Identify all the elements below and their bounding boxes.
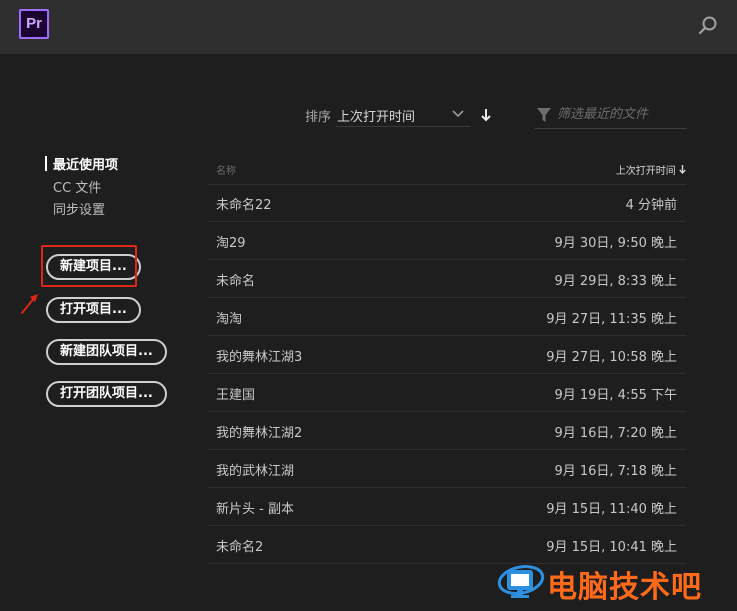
search-button[interactable] [696, 14, 720, 38]
new-team-project-button[interactable]: 新建团队项目... [46, 339, 167, 365]
file-name: 我的舞林江湖2 [216, 426, 303, 441]
file-date: 9月 30日, 9:50 晚上 [554, 236, 677, 251]
table-row[interactable]: 我的武林江湖 9月 16日, 7:18 晚上 [207, 450, 686, 488]
file-date: 9月 16日, 7:18 晚上 [554, 464, 677, 479]
open-project-button[interactable]: 打开项目... [46, 297, 141, 323]
file-date: 9月 27日, 10:58 晚上 [546, 350, 677, 365]
table-row[interactable]: 未命名 9月 29日, 8:33 晚上 [207, 260, 686, 298]
table-row[interactable]: 我的舞林江湖3 9月 27日, 10:58 晚上 [207, 336, 686, 374]
sort-arrow-icon [679, 165, 686, 175]
file-name: 我的武林江湖 [216, 464, 295, 479]
file-date: 9月 15日, 11:40 晚上 [546, 502, 677, 517]
annotation-highlight-box [41, 245, 137, 287]
file-name: 未命名 [216, 274, 256, 289]
table-row[interactable]: 我的舞林江湖2 9月 16日, 7:20 晚上 [207, 412, 686, 450]
premiere-logo: Pr [19, 9, 49, 39]
table-header: 名称 上次打开时间 [207, 155, 686, 185]
search-icon [698, 16, 717, 35]
sidebar-item-recent[interactable]: 最近使用项 [53, 154, 118, 173]
file-name: 我的舞林江湖3 [216, 350, 303, 365]
table-row[interactable]: 未命名22 4 分钟前 [207, 184, 686, 222]
watermark-text: 电脑技术吧 [547, 570, 702, 605]
column-header-name[interactable]: 名称 [216, 162, 236, 177]
open-team-project-button[interactable]: 打开团队项目... [46, 381, 167, 407]
file-date: 4 分钟前 [625, 198, 677, 213]
watermark-logo-icon [497, 564, 545, 598]
file-date: 9月 15日, 10:41 晚上 [546, 540, 677, 555]
file-name: 王建国 [216, 388, 256, 403]
sort-dropdown[interactable]: 上次打开时间 [336, 102, 470, 127]
chevron-down-icon [452, 110, 464, 118]
file-name: 淘淘 [216, 312, 243, 327]
file-date: 9月 29日, 8:33 晚上 [554, 274, 677, 289]
table-row[interactable]: 淘淘 9月 27日, 11:35 晚上 [207, 298, 686, 336]
sort-value: 上次打开时间 [337, 110, 416, 125]
watermark: 电脑技术吧 [495, 556, 733, 605]
annotation-arrow-icon [21, 294, 38, 314]
file-date: 9月 16日, 7:20 晚上 [554, 426, 677, 441]
table-row[interactable]: 淘29 9月 30日, 9:50 晚上 [207, 222, 686, 260]
table-row[interactable]: 新片头 - 副本 9月 15日, 11:40 晚上 [207, 488, 686, 526]
file-date: 9月 19日, 4:55 下午 [554, 388, 677, 403]
top-bar: Pr [0, 0, 737, 54]
table-row[interactable]: 王建国 9月 19日, 4:55 下午 [207, 374, 686, 412]
column-header-date[interactable]: 上次打开时间 [616, 162, 686, 177]
sort-direction-button[interactable] [480, 107, 492, 126]
sidebar-item-cc-files[interactable]: CC 文件 [53, 177, 101, 196]
file-date: 9月 27日, 11:35 晚上 [546, 312, 677, 327]
filter-icon [537, 108, 551, 122]
file-name: 未命名22 [216, 198, 272, 213]
filter-input[interactable] [557, 104, 685, 124]
filter-field[interactable] [535, 102, 687, 129]
column-header-date-label: 上次打开时间 [615, 166, 676, 177]
file-name: 淘29 [216, 236, 246, 251]
sort-label: 排序 [305, 110, 332, 125]
sidebar-item-sync-settings[interactable]: 同步设置 [53, 199, 105, 218]
arrow-down-icon [481, 109, 491, 122]
active-indicator [45, 156, 47, 171]
file-name: 新片头 - 副本 [216, 502, 294, 517]
file-name: 未命名2 [216, 540, 264, 555]
